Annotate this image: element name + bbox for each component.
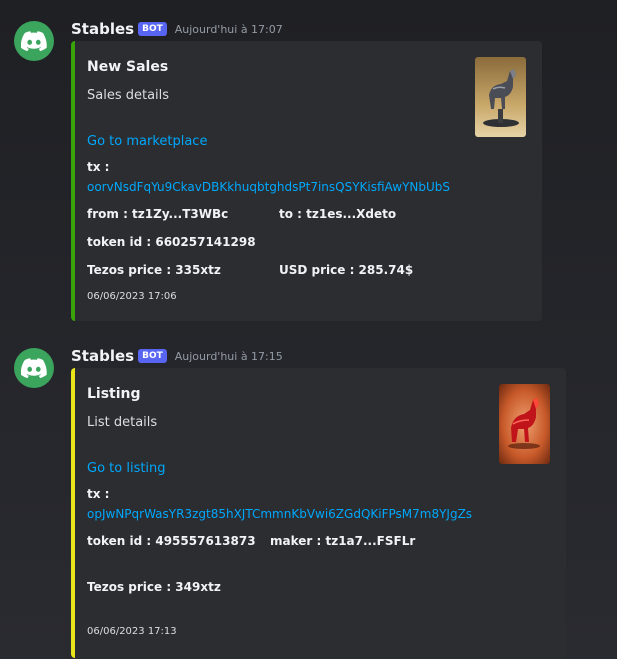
discord-avatar-icon[interactable]	[14, 348, 54, 388]
bot-badge: BOT	[138, 22, 167, 36]
username[interactable]: Stables	[71, 20, 134, 38]
message-timestamp: Aujourd'hui à 17:15	[174, 349, 283, 363]
discord-avatar-icon[interactable]	[14, 21, 54, 61]
usd-price-field: USD price : 285.74$	[279, 263, 414, 277]
red-horse-thumbnail[interactable]	[499, 384, 550, 464]
tx-label: tx :	[87, 487, 110, 501]
marketplace-link[interactable]: Go to marketplace	[87, 134, 207, 149]
tx-hash-link[interactable]: oorvNsdFqYu9CkavDBKkhuqbtghdsPt7insQSYKi…	[87, 180, 450, 194]
bot-badge: BOT	[138, 349, 167, 363]
tezos-price-field: Tezos price : 349xtz	[87, 580, 221, 594]
message-timestamp: Aujourd'hui à 17:07	[174, 22, 283, 36]
token-id-field: token id : 495557613873	[87, 534, 256, 548]
message-header: Stables BOT Aujourd'hui à 17:07	[71, 18, 283, 40]
tezos-price-field: Tezos price : 335xtz	[87, 263, 221, 277]
sale-embed: New Sales Sales details Go to marketplac…	[71, 41, 542, 321]
username[interactable]: Stables	[71, 347, 134, 365]
embed-description: List details	[87, 415, 158, 430]
tx-label: tx :	[87, 160, 110, 174]
listing-embed: Listing List details Go to listing tx : …	[71, 368, 566, 658]
embed-title: New Sales	[87, 59, 169, 75]
tx-hash-link[interactable]: opJwNPqrWasYR3zgt85hXJTCmmnKbVwi6ZGdQKiF…	[87, 507, 472, 521]
embed-footer: 06/06/2023 17:06	[87, 291, 177, 302]
embed-title: Listing	[87, 386, 141, 402]
embed-accent-bar	[71, 41, 75, 321]
from-field: from : tz1Zy...T3WBc	[87, 207, 229, 221]
listing-link[interactable]: Go to listing	[87, 461, 166, 476]
to-field: to : tz1es...Xdeto	[279, 207, 397, 221]
embed-accent-bar	[71, 368, 75, 658]
embed-description: Sales details	[87, 88, 170, 103]
maker-field: maker : tz1a7...FSFLr	[270, 534, 416, 548]
message-header: Stables BOT Aujourd'hui à 17:15	[71, 345, 283, 367]
embed-footer: 06/06/2023 17:13	[87, 626, 177, 637]
horse-statue-thumbnail[interactable]	[475, 57, 526, 137]
token-id-field: token id : 660257141298	[87, 235, 256, 249]
